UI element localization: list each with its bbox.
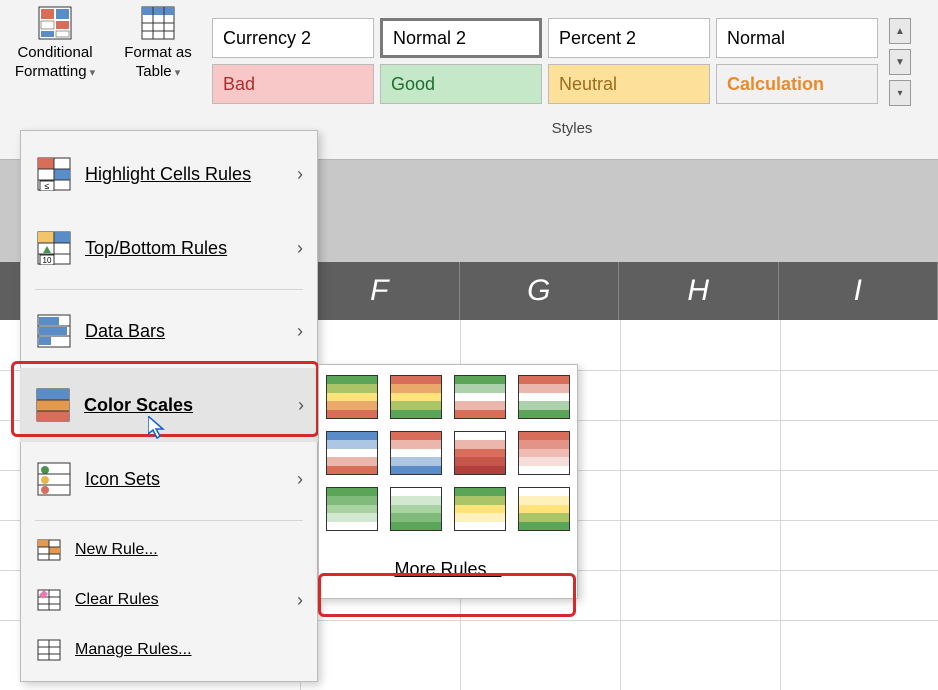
style-cell[interactable]: Good [380,64,542,104]
menu-label: New Rule... [75,541,158,559]
column-header[interactable]: H [619,262,779,320]
menu-label: Icon Sets [85,469,160,490]
color-scale-option[interactable] [518,487,570,531]
style-cell[interactable]: Neutral [548,64,710,104]
chevron-right-icon: › [298,395,304,416]
style-cell[interactable]: Normal 2 [380,18,542,58]
menu-icon-sets[interactable]: Icon Sets › [21,442,317,516]
conditional-formatting-menu: ≤ Highlight Cells Rules › 10 Top/Bottom … [20,130,318,682]
menu-label: Data Bars [85,321,165,342]
color-scales-submenu: More Rules... [318,364,578,599]
scroll-down-icon[interactable]: ▼ [889,49,911,75]
cell-styles-gallery[interactable]: Currency 2Normal 2Percent 2Normal BadGood… [212,18,878,106]
menu-new-rule[interactable]: New Rule... [21,525,317,575]
color-scales-icon [36,388,70,422]
menu-manage-rules[interactable]: Manage Rules... [21,625,317,675]
style-cell[interactable]: Bad [212,64,374,104]
column-header[interactable]: I [779,262,938,320]
color-scale-option[interactable] [326,487,378,531]
conditional-formatting-label: Conditional Formatting [8,44,102,82]
chevron-right-icon: › [297,321,303,342]
chevron-right-icon: › [297,590,303,611]
more-rules-button[interactable]: More Rules... [329,551,567,588]
color-scale-option[interactable] [390,375,442,419]
menu-label: Clear Rules [75,591,159,609]
style-cell[interactable]: Currency 2 [212,18,374,58]
column-header[interactable]: F [300,262,460,320]
manage-rules-icon [37,639,61,661]
color-scales-gallery [329,375,567,533]
clear-rules-icon [37,589,61,611]
color-scale-option[interactable] [518,375,570,419]
color-scale-option[interactable] [454,431,506,475]
svg-text:≤: ≤ [45,181,50,191]
menu-color-scales[interactable]: Color Scales › [20,368,318,442]
color-scale-option[interactable] [454,487,506,531]
gallery-scrollbar[interactable]: ▲ ▼ ▾ [888,18,912,106]
color-scale-option[interactable] [326,431,378,475]
conditional-formatting-icon [38,6,72,40]
menu-separator [35,289,303,290]
menu-separator [35,520,303,521]
column-header[interactable]: G [460,262,620,320]
scroll-up-icon[interactable]: ▲ [889,18,911,44]
style-cell[interactable]: Percent 2 [548,18,710,58]
menu-top-bottom-rules[interactable]: 10 Top/Bottom Rules › [21,211,317,285]
menu-label: Top/Bottom Rules [85,238,227,259]
color-scale-option[interactable] [390,487,442,531]
style-cell[interactable]: Normal [716,18,878,58]
icon-sets-icon [37,462,71,496]
top-bottom-icon: 10 [37,231,71,265]
format-as-table-label: Format as Table [118,44,198,82]
style-cell[interactable]: Calculation [716,64,878,104]
highlight-cells-icon: ≤ [37,157,71,191]
color-scale-option[interactable] [390,431,442,475]
scroll-expand-icon[interactable]: ▾ [889,80,911,106]
format-as-table-icon [141,6,175,40]
menu-highlight-cells-rules[interactable]: ≤ Highlight Cells Rules › [21,137,317,211]
color-scale-option[interactable] [518,431,570,475]
menu-clear-rules[interactable]: Clear Rules › [21,575,317,625]
data-bars-icon [37,314,71,348]
chevron-right-icon: › [297,164,303,185]
svg-text:10: 10 [43,256,52,265]
new-rule-icon [37,539,61,561]
color-scale-option[interactable] [326,375,378,419]
styles-group-label: Styles [212,120,932,137]
chevron-right-icon: › [297,469,303,490]
menu-label: Manage Rules... [75,641,192,659]
menu-label: Color Scales [84,395,193,416]
menu-label: Highlight Cells Rules [85,164,251,185]
color-scale-option[interactable] [454,375,506,419]
menu-data-bars[interactable]: Data Bars › [21,294,317,368]
chevron-right-icon: › [297,238,303,259]
